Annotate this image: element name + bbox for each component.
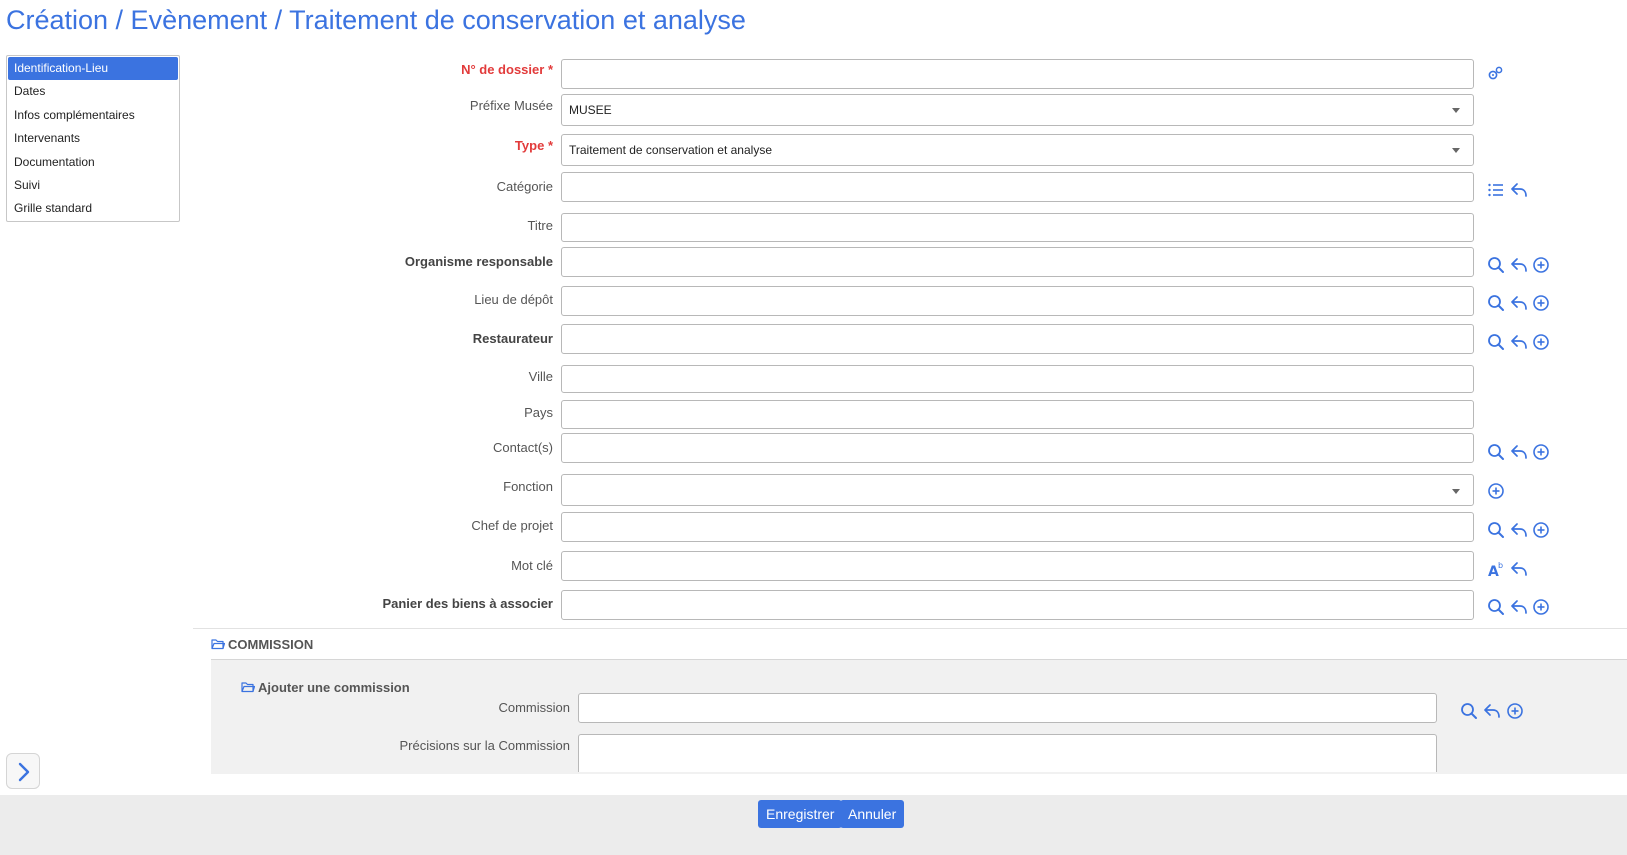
motcle-label: Mot clé	[511, 558, 553, 573]
search-icon[interactable]	[1460, 702, 1478, 720]
undo-icon[interactable]	[1510, 521, 1528, 539]
fonction-label: Fonction	[503, 479, 553, 494]
undo-icon[interactable]	[1483, 702, 1501, 720]
add-circle-icon[interactable]	[1532, 333, 1550, 351]
undo-icon[interactable]	[1510, 443, 1528, 461]
type-label: Type *	[514, 138, 553, 153]
categorie-field[interactable]	[561, 172, 1474, 202]
footer-bar: Enregistrer Annuler	[0, 795, 1627, 855]
ville-label: Ville	[528, 369, 553, 384]
prefixe-label-cell: Préfixe Musée	[133, 98, 553, 130]
add-circle-icon[interactable]	[1532, 443, 1550, 461]
commission-label-cell: Commission	[150, 700, 570, 732]
dossier-label-cell: N° de dossier *	[133, 62, 553, 94]
precisions-label: Précisions sur la Commission	[399, 738, 571, 753]
fonction-label-cell: Fonction	[133, 479, 553, 511]
precisions-textarea[interactable]	[578, 734, 1437, 772]
titre-label-cell: Titre	[133, 218, 553, 250]
chevron-down-icon	[1452, 108, 1460, 113]
organisme-label: Organisme responsable	[404, 254, 553, 269]
type-select[interactable]: Traitement de conservation et analyse	[561, 134, 1474, 166]
chef-label-cell: Chef de projet	[133, 518, 553, 550]
motcle-field[interactable]	[561, 551, 1474, 581]
panier-field[interactable]	[561, 590, 1474, 620]
list-icon[interactable]	[1487, 181, 1505, 199]
lieu-field[interactable]	[561, 286, 1474, 316]
restaurateur-label-cell: Restaurateur	[133, 331, 553, 363]
pays-field[interactable]	[561, 400, 1474, 429]
organisme-field[interactable]	[561, 247, 1474, 277]
ville-field[interactable]	[561, 365, 1474, 393]
cancel-button[interactable]: Annuler	[840, 800, 905, 828]
add-circle-icon[interactable]	[1532, 521, 1550, 539]
type-value: Traitement de conservation et analyse	[569, 143, 772, 157]
pays-label: Pays	[524, 405, 553, 420]
categorie-label-cell: Catégorie	[133, 179, 553, 211]
add-circle-icon[interactable]	[1532, 256, 1550, 274]
prefixe-select[interactable]: MUSEE	[561, 94, 1474, 126]
add-circle-icon[interactable]	[1532, 294, 1550, 312]
commission-section-title: COMMISSION	[228, 637, 314, 652]
panier-label: Panier des biens à associer	[382, 596, 553, 611]
search-icon[interactable]	[1487, 521, 1505, 539]
restaurateur-field[interactable]	[561, 324, 1474, 354]
undo-icon[interactable]	[1510, 333, 1528, 351]
contacts-field[interactable]	[561, 433, 1474, 463]
precisions-label-cell: Précisions sur la Commission	[150, 738, 571, 770]
panier-label-cell: Panier des biens à associer	[133, 596, 553, 628]
prefixe-label: Préfixe Musée	[469, 98, 553, 113]
fonction-select[interactable]	[561, 474, 1474, 506]
commission-label: Commission	[498, 700, 570, 715]
titre-label: Titre	[527, 218, 553, 233]
lieu-label: Lieu de dépôt	[474, 292, 553, 307]
undo-icon[interactable]	[1510, 598, 1528, 616]
chevron-down-icon	[1452, 489, 1460, 494]
search-icon[interactable]	[1487, 598, 1505, 616]
organisme-label-cell: Organisme responsable	[133, 254, 553, 286]
folder-open-icon	[211, 638, 225, 650]
add-circle-icon[interactable]	[1506, 702, 1524, 720]
add-circle-icon[interactable]	[1487, 482, 1505, 500]
contacts-label-cell: Contact(s)	[133, 440, 553, 472]
undo-icon[interactable]	[1510, 294, 1528, 312]
undo-icon[interactable]	[1510, 181, 1528, 199]
folder-open-icon	[241, 681, 255, 693]
pays-label-cell: Pays	[133, 405, 553, 437]
dossier-field[interactable]	[561, 59, 1474, 89]
dossier-label: N° de dossier *	[461, 62, 553, 77]
add-circle-icon[interactable]	[1532, 598, 1550, 616]
prefixe-value: MUSEE	[569, 103, 612, 117]
generate-number-icon[interactable]	[1487, 64, 1505, 82]
commission-field[interactable]	[578, 693, 1437, 723]
contacts-label: Contact(s)	[493, 440, 553, 455]
search-icon[interactable]	[1487, 443, 1505, 461]
add-commission-header[interactable]: Ajouter une commission	[241, 680, 410, 695]
lieu-label-cell: Lieu de dépôt	[133, 292, 553, 324]
categorie-label: Catégorie	[496, 179, 553, 194]
search-icon[interactable]	[1487, 333, 1505, 351]
titre-field[interactable]	[561, 213, 1474, 242]
undo-icon[interactable]	[1510, 256, 1528, 274]
save-button[interactable]: Enregistrer	[758, 800, 843, 828]
motcle-label-cell: Mot clé	[133, 558, 553, 590]
commission-section-header[interactable]: COMMISSION	[211, 637, 313, 652]
search-icon[interactable]	[1487, 256, 1505, 274]
chevron-down-icon	[1452, 148, 1460, 153]
add-commission-title: Ajouter une commission	[258, 680, 410, 695]
chevron-right-icon	[18, 762, 30, 782]
undo-icon[interactable]	[1510, 560, 1528, 578]
svg-text:b: b	[1498, 561, 1503, 570]
expand-panel-button[interactable]	[6, 753, 40, 789]
text-format-icon[interactable]: Ab	[1487, 560, 1505, 578]
type-label-cell: Type *	[133, 138, 553, 170]
ville-label-cell: Ville	[133, 369, 553, 401]
restaurateur-label: Restaurateur	[472, 331, 553, 346]
chef-label: Chef de projet	[471, 518, 553, 533]
page-title: Création / Evènement / Traitement de con…	[6, 5, 746, 35]
chef-field[interactable]	[561, 512, 1474, 542]
search-icon[interactable]	[1487, 294, 1505, 312]
